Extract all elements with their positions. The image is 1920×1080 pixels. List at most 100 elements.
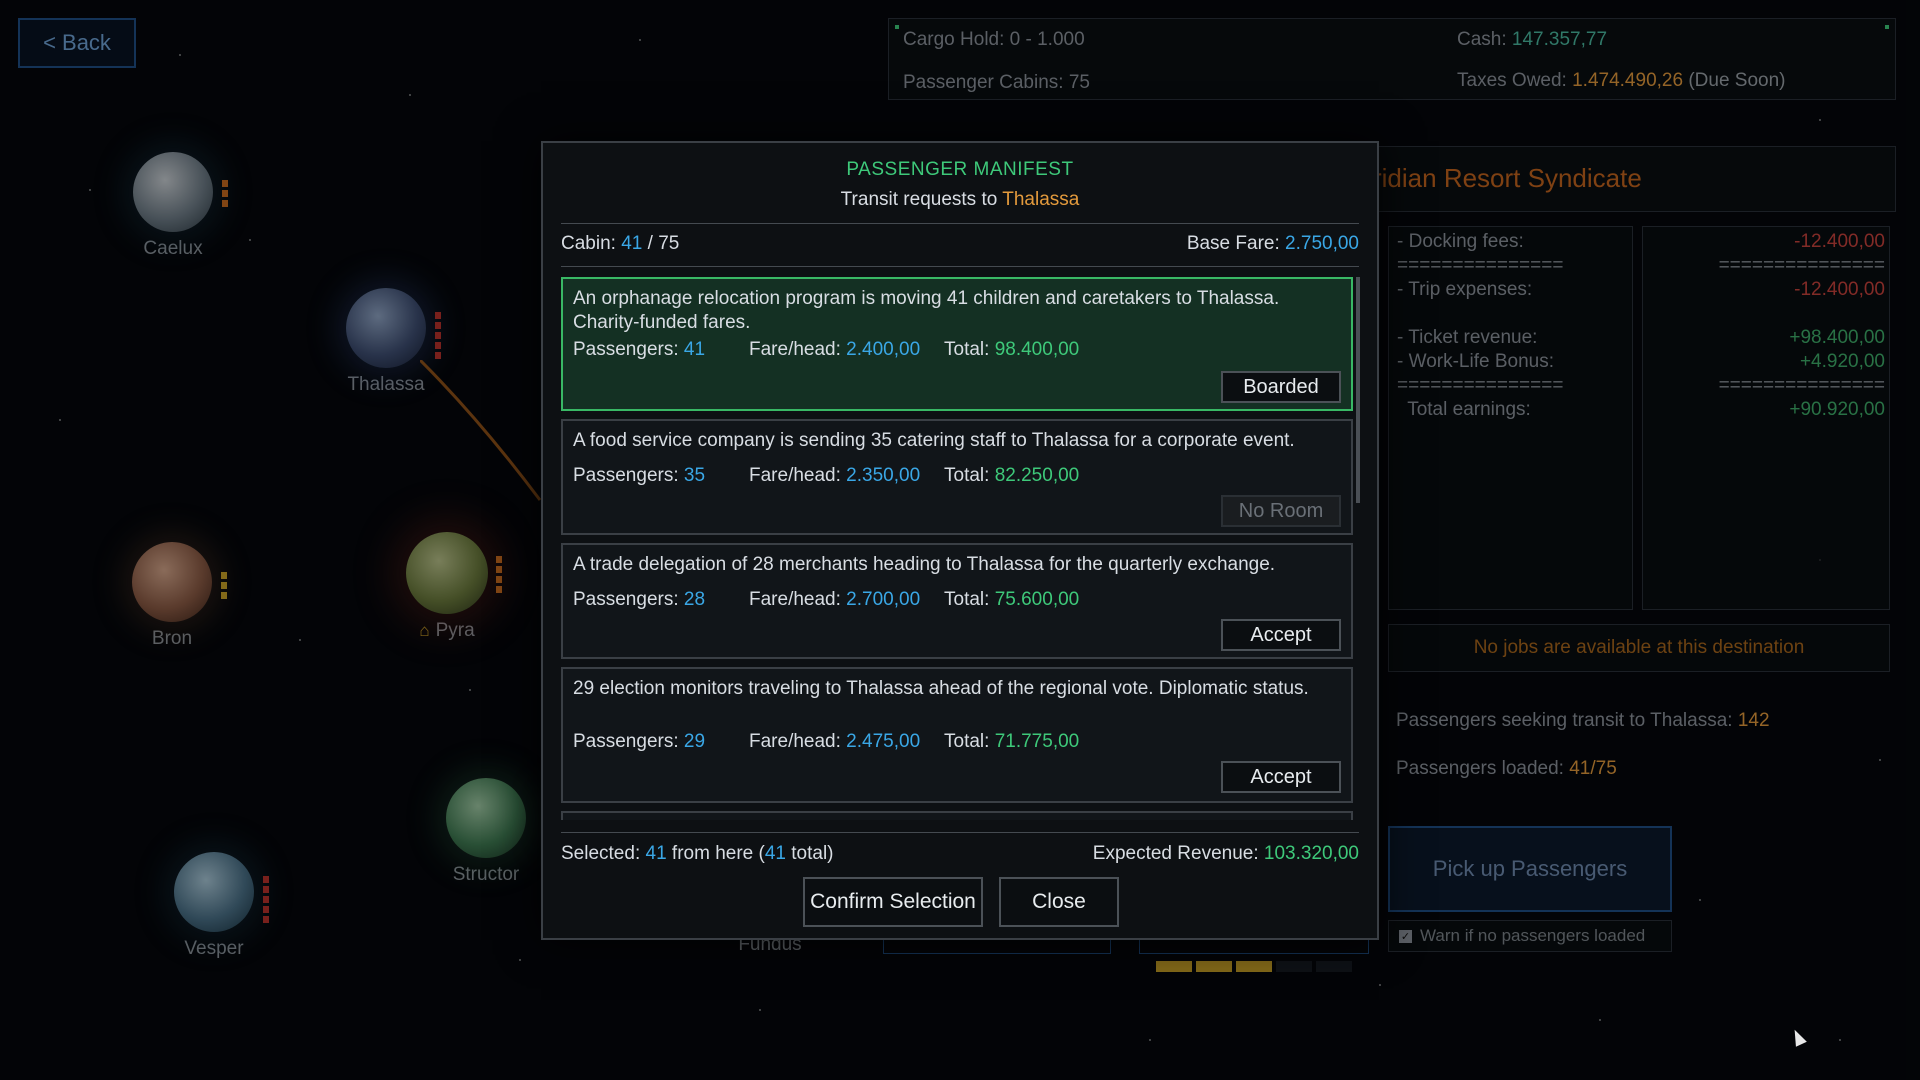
cash-label: Cash: [1457, 29, 1512, 50]
request-fare: Fare/head: 2.400,00 [749, 339, 921, 360]
planet-status-bars [222, 180, 228, 207]
list-scrollbar[interactable] [1356, 277, 1360, 503]
destination-name: Thalassa [1002, 189, 1080, 210]
planet-status-bars [221, 572, 227, 599]
cargo-hold: Cargo Hold: 0 - 1.000 [903, 29, 1085, 50]
request-description: 29 election monitors traveling to Thalas… [573, 678, 1309, 699]
taxes-label: Taxes Owed: [1457, 70, 1573, 91]
planet-vesper[interactable]: Vesper [159, 852, 269, 960]
passengers-seeking: Passengers seeking transit to Thalassa: … [1396, 710, 1770, 731]
ledger-separator: =============== [1397, 375, 1564, 396]
accept-button[interactable]: Accept [1221, 761, 1341, 793]
home-icon: ⌂ [419, 621, 430, 640]
planet-structor-icon [446, 778, 526, 858]
cash-readout: Cash: 147.357,77 [1457, 29, 1607, 51]
ledger-value: -12.400,00 [1794, 231, 1885, 252]
expected-revenue: Expected Revenue: 103.320,00 [1092, 843, 1359, 864]
no-jobs-notice: No jobs are available at this destinatio… [1388, 624, 1890, 672]
request-total: Total: 75.600,00 [944, 589, 1080, 610]
pick-up-passengers-button[interactable]: Pick up Passengers [1388, 826, 1672, 912]
planet-label: Bron [151, 628, 193, 649]
request-card[interactable] [561, 811, 1353, 820]
planet-structor[interactable]: Structor [431, 778, 541, 886]
ledger-value: -12.400,00 [1794, 279, 1885, 300]
warn-checkbox[interactable]: ✓ Warn if no passengers loaded [1388, 920, 1672, 952]
status-indicator [895, 25, 899, 29]
request-fare: Fare/head: 2.475,00 [749, 731, 921, 752]
planet-status-bars [496, 556, 502, 593]
route-line [420, 360, 542, 501]
ledger-label: - Trip expenses: [1397, 279, 1533, 300]
request-list[interactable]: An orphanage relocation program is movin… [561, 277, 1359, 820]
ledger-value: +4.920,00 [1799, 351, 1885, 372]
passengers-loaded: Passengers loaded: 41/75 [1396, 758, 1617, 779]
divider [561, 266, 1359, 267]
divider [561, 223, 1359, 224]
request-fare: Fare/head: 2.350,00 [749, 465, 921, 486]
planet-pyra[interactable]: ⌂ Pyra [392, 532, 502, 642]
back-button[interactable]: < Back [18, 18, 136, 68]
hidden-button-edge[interactable] [883, 940, 1111, 954]
taxes-value: 1.474.490,26 [1572, 70, 1684, 91]
request-description: A trade delegation of 28 merchants headi… [573, 554, 1276, 575]
request-card[interactable]: An orphanage relocation program is movin… [561, 277, 1353, 411]
progress-segment [1156, 961, 1192, 972]
ledger-label: - Docking fees: [1397, 231, 1524, 252]
checkbox-checked-icon[interactable]: ✓ [1399, 929, 1412, 943]
boarded-button[interactable]: Boarded [1221, 371, 1341, 403]
mouse-cursor-icon [1789, 1027, 1807, 1047]
request-description: An orphanage relocation program is movin… [573, 288, 1280, 333]
request-fare: Fare/head: 2.700,00 [749, 589, 921, 610]
ledger-value: +90.920,00 [1789, 399, 1885, 420]
planet-status-bars [435, 312, 441, 359]
ledger-labels: - Docking fees: =============== - Trip e… [1388, 226, 1633, 610]
ledger-label: - Work-Life Bonus: [1397, 351, 1554, 372]
planet-status-bars [263, 876, 269, 923]
request-passengers: Passengers: 28 [573, 589, 706, 610]
accept-button[interactable]: Accept [1221, 619, 1341, 651]
request-card[interactable]: 29 election monitors traveling to Thalas… [561, 667, 1353, 803]
request-passengers: Passengers: 29 [573, 731, 706, 752]
progress-indicator [1156, 961, 1352, 972]
planet-bron-icon [132, 542, 212, 622]
status-indicator [1885, 25, 1889, 29]
divider [561, 832, 1359, 833]
request-total: Total: 71.775,00 [944, 731, 1080, 752]
taxes-note: (Due Soon) [1683, 70, 1786, 91]
request-card[interactable]: A trade delegation of 28 merchants headi… [561, 543, 1353, 659]
progress-segment [1316, 961, 1352, 972]
dialog-subtitle: Transit requests to Thalassa [840, 189, 1080, 210]
planet-pyra-icon [406, 532, 488, 614]
seeking-count: 142 [1737, 710, 1770, 731]
planet-label: Caelux [143, 238, 203, 259]
status-bar: Cargo Hold: 0 - 1.000 Passenger Cabins: … [888, 18, 1896, 100]
dialog-title: PASSENGER MANIFEST [846, 159, 1074, 180]
ledger-label: - Ticket revenue: [1397, 327, 1538, 348]
planet-label: Structor [452, 864, 520, 885]
cash-value: 147.357,77 [1511, 29, 1608, 50]
planet-label: Vesper [184, 938, 244, 959]
ledger-value: +98.400,00 [1789, 327, 1885, 348]
cabin-capacity: Cabin: 41 / 75 [561, 233, 680, 254]
ledger-label: Total earnings: [1397, 399, 1531, 420]
request-card[interactable]: A food service company is sending 35 cat… [561, 419, 1353, 535]
passenger-manifest-dialog: PASSENGER MANIFEST Transit requests to T… [541, 141, 1379, 940]
progress-segment [1196, 961, 1232, 972]
confirm-selection-button[interactable]: Confirm Selection [803, 877, 983, 927]
close-button[interactable]: Close [999, 877, 1119, 927]
ledger-separator: =============== [1718, 375, 1885, 396]
passenger-cabins: Passenger Cabins: 75 [903, 72, 1090, 93]
planet-label: ⌂ Pyra [419, 620, 475, 641]
ledger-values: -12.400,00 =============== -12.400,00 +9… [1642, 226, 1890, 610]
selection-summary: Selected: 41 from here (41 total) [561, 843, 834, 864]
planet-caelux-icon [133, 152, 213, 232]
progress-segment [1276, 961, 1312, 972]
ledger-separator: =============== [1397, 255, 1564, 276]
hidden-button-edge[interactable] [1139, 940, 1369, 954]
planet-caelux[interactable]: Caelux [118, 152, 228, 260]
request-total: Total: 82.250,00 [944, 465, 1080, 486]
request-description: A food service company is sending 35 cat… [573, 430, 1295, 451]
planet-bron[interactable]: Bron [117, 542, 227, 650]
progress-segment [1236, 961, 1272, 972]
taxes-readout: Taxes Owed: 1.474.490,26 (Due Soon) [1457, 70, 1786, 92]
